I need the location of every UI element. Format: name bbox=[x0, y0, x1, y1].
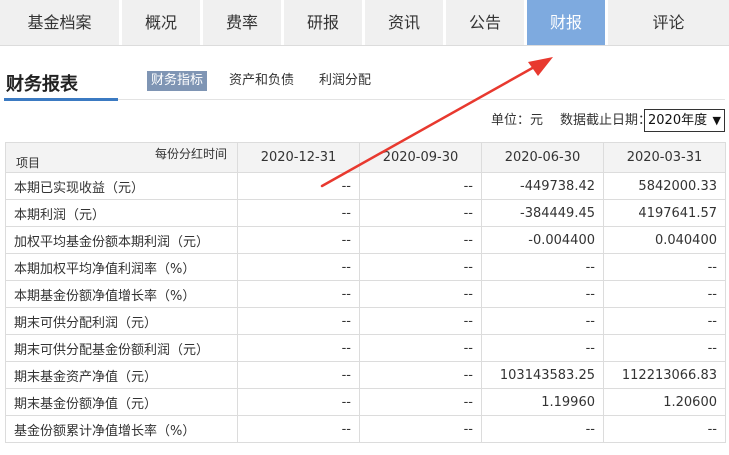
table-cell: -- bbox=[481, 307, 604, 335]
date-cutoff-label: 数据截止日期： bbox=[560, 113, 652, 128]
table-cell: -- bbox=[603, 253, 726, 281]
table-cell: -- bbox=[603, 334, 726, 362]
section-divider bbox=[118, 99, 725, 100]
table-cell: -- bbox=[359, 415, 482, 443]
row-label: 期末基金份额净值（元） bbox=[5, 388, 238, 416]
table-cell: -- bbox=[237, 415, 360, 443]
table-cell: -- bbox=[237, 334, 360, 362]
table-cell: 1.19960 bbox=[481, 388, 604, 416]
date-cutoff-selected-value: 2020年度 bbox=[648, 113, 708, 128]
table-row: 期末可供分配基金份额利润（元） -- -- -- -- bbox=[5, 334, 726, 362]
table-cell: -- bbox=[603, 280, 726, 308]
table-cell: -384449.45 bbox=[481, 199, 604, 227]
table-row: 期末基金份额净值（元） -- -- 1.19960 1.20600 bbox=[5, 388, 726, 416]
table-cell: -- bbox=[237, 199, 360, 227]
section-title: 财务报表 bbox=[6, 74, 78, 95]
table-row: 期末可供分配利润（元） -- -- -- -- bbox=[5, 307, 726, 335]
row-label: 本期利润（元） bbox=[5, 199, 238, 227]
table-cell: -- bbox=[359, 280, 482, 308]
table-row: 本期基金份额净值增长率（%） -- -- -- -- bbox=[5, 280, 726, 308]
chevron-down-icon: ▼ bbox=[712, 114, 721, 127]
table-row: 本期加权平均净值利润率（%） -- -- -- -- bbox=[5, 253, 726, 281]
table-cell: 5842000.33 bbox=[603, 172, 726, 200]
table-cell: -- bbox=[359, 199, 482, 227]
row-label: 本期基金份额净值增长率（%） bbox=[5, 280, 238, 308]
table-cell: -- bbox=[237, 280, 360, 308]
subtab-profit-distribution[interactable]: 利润分配 bbox=[315, 71, 375, 91]
row-label: 期末可供分配基金份额利润（元） bbox=[5, 334, 238, 362]
tab-fund-profile[interactable]: 基金档案 bbox=[0, 0, 122, 45]
row-label: 本期加权平均净值利润率（%） bbox=[5, 253, 238, 281]
table-cell: -- bbox=[359, 361, 482, 389]
table-cell: -- bbox=[481, 253, 604, 281]
table-cell: -- bbox=[237, 361, 360, 389]
table-cell: -- bbox=[359, 307, 482, 335]
section-title-underline bbox=[4, 98, 118, 101]
table-cell: -- bbox=[359, 226, 482, 254]
unit-label: 单位：元 bbox=[491, 113, 544, 128]
table-cell: -- bbox=[603, 307, 726, 335]
tab-announcements[interactable]: 公告 bbox=[446, 0, 527, 45]
corner-header-dividend-time: 每份分红时间 bbox=[154, 147, 227, 161]
table-cell: -- bbox=[481, 334, 604, 362]
table-header-row: 每份分红时间 项目 2020-12-31 2020-09-30 2020-06-… bbox=[5, 142, 726, 173]
table-cell: -- bbox=[359, 253, 482, 281]
tab-financial-reports[interactable]: 财报 bbox=[527, 0, 608, 45]
table-cell: -- bbox=[237, 172, 360, 200]
table-row: 本期已实现收益（元） -- -- -449738.42 5842000.33 bbox=[5, 172, 726, 200]
table-row: 基金份额累计净值增长率（%） -- -- -- -- bbox=[5, 415, 726, 443]
table-cell: -449738.42 bbox=[481, 172, 604, 200]
tab-fees[interactable]: 费率 bbox=[203, 0, 284, 45]
row-label: 期末可供分配利润（元） bbox=[5, 307, 238, 335]
table-cell: -- bbox=[237, 307, 360, 335]
tab-overview[interactable]: 概况 bbox=[122, 0, 203, 45]
table-cell: -- bbox=[237, 226, 360, 254]
subtab-assets-liabilities[interactable]: 资产和负债 bbox=[225, 71, 298, 91]
tab-research[interactable]: 研报 bbox=[284, 0, 365, 45]
table-cell: -- bbox=[359, 334, 482, 362]
row-label: 期末基金资产净值（元） bbox=[5, 361, 238, 389]
table-cell: 103143583.25 bbox=[481, 361, 604, 389]
table-corner-header: 每份分红时间 项目 bbox=[5, 142, 238, 173]
table-cell: 1.20600 bbox=[603, 388, 726, 416]
table-cell: -- bbox=[359, 172, 482, 200]
subtab-financial-indicators[interactable]: 财务指标 bbox=[147, 71, 208, 91]
table-cell: 112213066.83 bbox=[603, 361, 726, 389]
financial-indicators-table: 每份分红时间 项目 2020-12-31 2020-09-30 2020-06-… bbox=[5, 142, 726, 443]
top-tab-bar: 基金档案 概况 费率 研报 资讯 公告 财报 评论 bbox=[0, 0, 729, 46]
table-cell: 4197641.57 bbox=[603, 199, 726, 227]
row-label: 加权平均基金份额本期利润（元） bbox=[5, 226, 238, 254]
table-cell: -- bbox=[237, 388, 360, 416]
table-row: 加权平均基金份额本期利润（元） -- -- -0.004400 0.040400 bbox=[5, 226, 726, 254]
table-row: 期末基金资产净值（元） -- -- 103143583.25 112213066… bbox=[5, 361, 726, 389]
row-label: 基金份额累计净值增长率（%） bbox=[5, 415, 238, 443]
date-cutoff-select[interactable]: 2020年度 ▼ bbox=[644, 109, 725, 132]
tab-comments[interactable]: 评论 bbox=[608, 0, 729, 45]
corner-header-item: 项目 bbox=[16, 156, 41, 170]
column-header: 2020-12-31 bbox=[237, 142, 360, 173]
column-header: 2020-09-30 bbox=[359, 142, 482, 173]
table-cell: -- bbox=[359, 388, 482, 416]
row-label: 本期已实现收益（元） bbox=[5, 172, 238, 200]
table-cell: -- bbox=[603, 415, 726, 443]
tab-news[interactable]: 资讯 bbox=[365, 0, 446, 45]
table-cell: 0.040400 bbox=[603, 226, 726, 254]
table-cell: -0.004400 bbox=[481, 226, 604, 254]
table-cell: -- bbox=[481, 415, 604, 443]
column-header: 2020-06-30 bbox=[481, 142, 604, 173]
column-header: 2020-03-31 bbox=[603, 142, 726, 173]
table-cell: -- bbox=[481, 280, 604, 308]
table-cell: -- bbox=[237, 253, 360, 281]
table-row: 本期利润（元） -- -- -384449.45 4197641.57 bbox=[5, 199, 726, 227]
